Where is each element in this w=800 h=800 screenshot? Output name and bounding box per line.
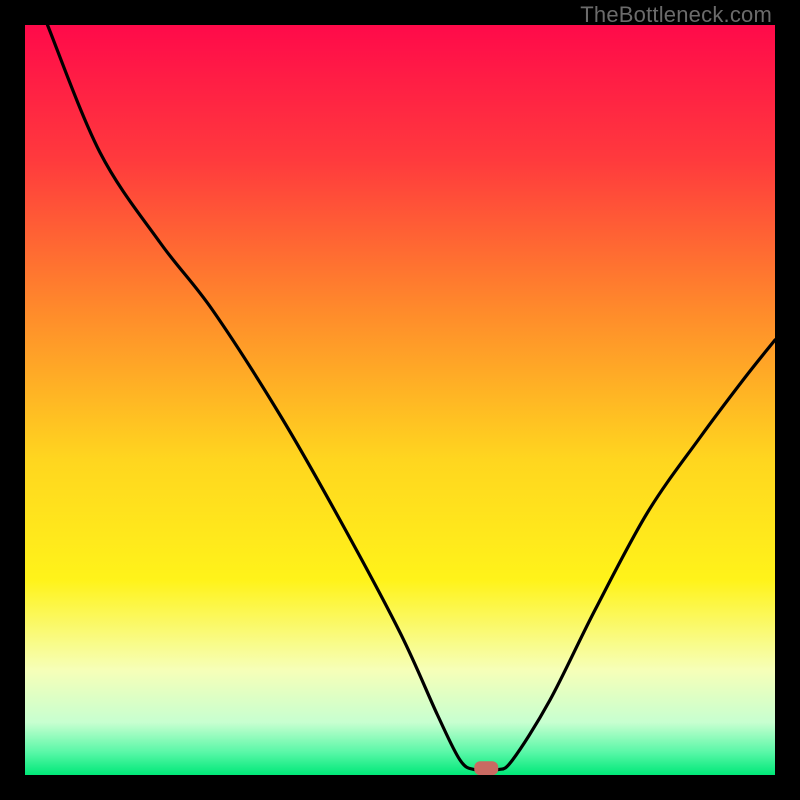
gradient-background bbox=[25, 25, 775, 775]
chart-frame bbox=[25, 25, 775, 775]
chart-svg bbox=[25, 25, 775, 775]
watermark-text: TheBottleneck.com bbox=[580, 2, 772, 28]
optimal-marker bbox=[474, 761, 498, 775]
